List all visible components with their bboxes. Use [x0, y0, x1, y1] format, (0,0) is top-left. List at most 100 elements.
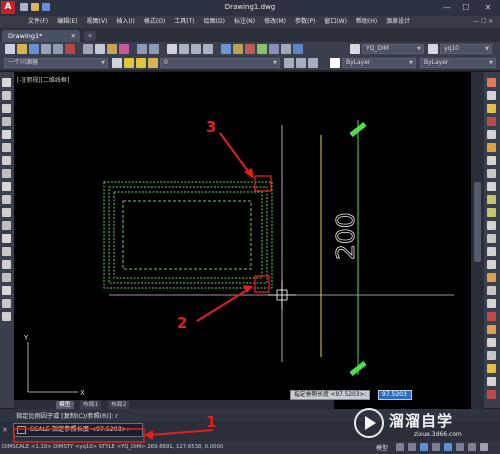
rectangle-icon[interactable]: [2, 130, 11, 139]
layer-lock-icon[interactable]: [148, 58, 158, 68]
plot-icon[interactable]: [41, 44, 51, 54]
menu-file[interactable]: 文件(F): [28, 16, 48, 28]
menu-tools[interactable]: 工具(T): [174, 16, 194, 28]
dynamic-input-field[interactable]: 97.5203: [378, 390, 412, 400]
design-center-icon[interactable]: [233, 44, 243, 54]
sheet-set-icon[interactable]: [257, 44, 267, 54]
break-icon[interactable]: [487, 221, 496, 230]
tab-layout2[interactable]: 布局2: [108, 401, 130, 409]
menu-modify[interactable]: 修改(M): [264, 16, 286, 28]
polygon-icon[interactable]: [2, 117, 11, 126]
point-icon[interactable]: [2, 247, 11, 256]
vertical-scrollbar[interactable]: [471, 72, 484, 409]
dim-aligned-icon[interactable]: [487, 299, 496, 308]
menu-parametric[interactable]: 参数(P): [295, 16, 315, 28]
multiline-text-icon[interactable]: [2, 312, 11, 321]
pan-icon[interactable]: [167, 44, 177, 54]
annotation-scale-icon[interactable]: [456, 443, 464, 451]
layer-previous-icon[interactable]: [296, 58, 306, 68]
layer-walk-icon[interactable]: [308, 58, 318, 68]
gradient-icon[interactable]: [2, 273, 11, 282]
xref-icon[interactable]: [487, 377, 496, 386]
menu-view[interactable]: 视图(V): [87, 16, 108, 28]
menu-yuanquan-design[interactable]: 源泉设计: [386, 16, 410, 28]
fillet-icon[interactable]: [487, 260, 496, 269]
layer-on-icon[interactable]: [124, 58, 134, 68]
new-file-icon[interactable]: [5, 44, 15, 54]
menu-edit[interactable]: 编辑(E): [57, 16, 77, 28]
open-file-icon[interactable]: [17, 44, 27, 54]
layer-select[interactable]: 0 ▼: [160, 58, 280, 68]
snap-mode-icon[interactable]: [408, 443, 416, 451]
textstyle-icon[interactable]: [428, 44, 438, 54]
menu-dimension[interactable]: 标注(N): [234, 16, 255, 28]
join-icon[interactable]: [487, 234, 496, 243]
copy-object-icon[interactable]: [487, 91, 496, 100]
scrollbar-thumb[interactable]: [474, 182, 481, 262]
tab-layout1[interactable]: 布局1: [80, 401, 102, 409]
object-snap-icon[interactable]: [444, 443, 452, 451]
array-icon[interactable]: [487, 130, 496, 139]
text-icon[interactable]: [487, 338, 496, 347]
dimstyle-icon[interactable]: [350, 44, 360, 54]
copy-icon[interactable]: [95, 44, 105, 54]
tab-drawing1[interactable]: Drawing1* ✕: [2, 30, 80, 42]
close-button[interactable]: ✕: [481, 2, 495, 14]
menu-window[interactable]: 窗口(W): [324, 16, 347, 28]
new-tab-button[interactable]: +: [84, 31, 96, 41]
publish-icon[interactable]: [65, 44, 75, 54]
revision-cloud-icon[interactable]: [2, 169, 11, 178]
minimize-button[interactable]: —: [440, 2, 454, 14]
preview-icon[interactable]: [53, 44, 63, 54]
maximize-button[interactable]: ☐: [459, 2, 473, 14]
image-icon[interactable]: [487, 390, 496, 399]
ortho-mode-icon[interactable]: [420, 443, 428, 451]
layer-state-select[interactable]: 一个川源器 ▼: [4, 58, 108, 68]
polyline-icon[interactable]: [2, 104, 11, 113]
color-select[interactable]: ByLayer ▼: [342, 58, 416, 68]
line-icon[interactable]: [2, 78, 11, 87]
move-icon[interactable]: [487, 143, 496, 152]
layer-freeze-icon[interactable]: [136, 58, 146, 68]
region-icon[interactable]: [2, 286, 11, 295]
hatch-icon[interactable]: [2, 260, 11, 269]
layer-manager-icon[interactable]: [112, 58, 122, 68]
document-window-controls[interactable]: — ☐ ✕: [473, 16, 497, 28]
markup-icon[interactable]: [269, 44, 279, 54]
menu-format[interactable]: 格式(O): [144, 16, 165, 28]
properties-icon[interactable]: [221, 44, 231, 54]
tool-palettes-icon[interactable]: [245, 44, 255, 54]
text-style-select[interactable]: yq10 ▼: [440, 44, 492, 54]
drawing-canvas[interactable]: [-][俯视][二维线框] 200 Y X 3 2: [14, 72, 471, 409]
tab-close-icon[interactable]: ✕: [71, 30, 76, 42]
dim-radius-icon[interactable]: [487, 312, 496, 321]
arc-icon[interactable]: [2, 143, 11, 152]
command-line-close-icon[interactable]: ✕: [2, 426, 10, 434]
workspace-icon[interactable]: [468, 443, 476, 451]
stretch-icon[interactable]: [487, 182, 496, 191]
menu-draw[interactable]: 绘图(D): [204, 16, 225, 28]
undo-icon[interactable]: [137, 44, 147, 54]
offset-icon[interactable]: [487, 117, 496, 126]
spline-icon[interactable]: [2, 182, 11, 191]
circle-icon[interactable]: [2, 156, 11, 165]
quick-calc-icon[interactable]: [281, 44, 291, 54]
dim-angular-icon[interactable]: [487, 325, 496, 334]
zoom-realtime-icon[interactable]: [179, 44, 189, 54]
make-block-icon[interactable]: [2, 234, 11, 243]
trim-icon[interactable]: [487, 195, 496, 204]
scale-icon[interactable]: [487, 169, 496, 178]
dim-linear-icon[interactable]: [487, 286, 496, 295]
make-current-icon[interactable]: [284, 58, 294, 68]
construction-line-icon[interactable]: [2, 91, 11, 100]
erase-icon[interactable]: [487, 78, 496, 87]
extend-icon[interactable]: [487, 208, 496, 217]
paste-icon[interactable]: [107, 44, 117, 54]
status-model-space[interactable]: 模型: [376, 443, 388, 452]
insert-block-icon[interactable]: [2, 221, 11, 230]
ellipse-icon[interactable]: [2, 195, 11, 204]
mirror-icon[interactable]: [487, 104, 496, 113]
rotate-icon[interactable]: [487, 156, 496, 165]
zoom-window-icon[interactable]: [191, 44, 201, 54]
tab-model[interactable]: 模型: [56, 401, 74, 409]
